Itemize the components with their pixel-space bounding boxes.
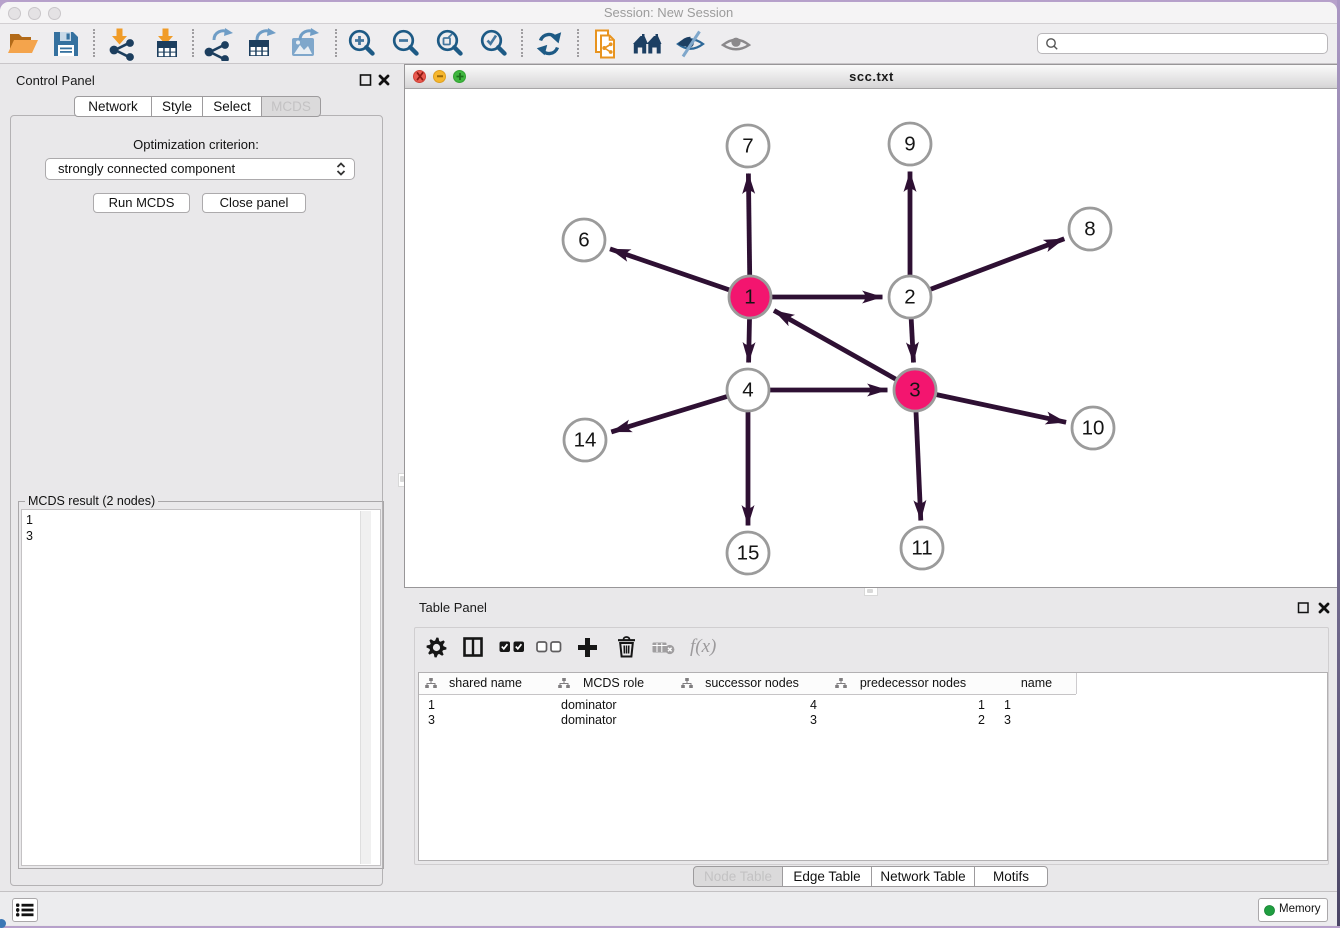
svg-text:2: 2 — [904, 286, 915, 309]
svg-text:8: 8 — [1084, 218, 1095, 241]
svg-text:4: 4 — [742, 379, 753, 402]
svg-text:7: 7 — [742, 135, 753, 158]
svg-text:11: 11 — [911, 537, 932, 560]
svg-text:10: 10 — [1082, 417, 1105, 440]
svg-text:9: 9 — [904, 133, 915, 156]
svg-text:6: 6 — [578, 229, 589, 252]
svg-text:3: 3 — [909, 379, 920, 402]
svg-text:15: 15 — [737, 542, 760, 565]
svg-text:14: 14 — [574, 429, 597, 452]
svg-text:1: 1 — [744, 286, 755, 309]
